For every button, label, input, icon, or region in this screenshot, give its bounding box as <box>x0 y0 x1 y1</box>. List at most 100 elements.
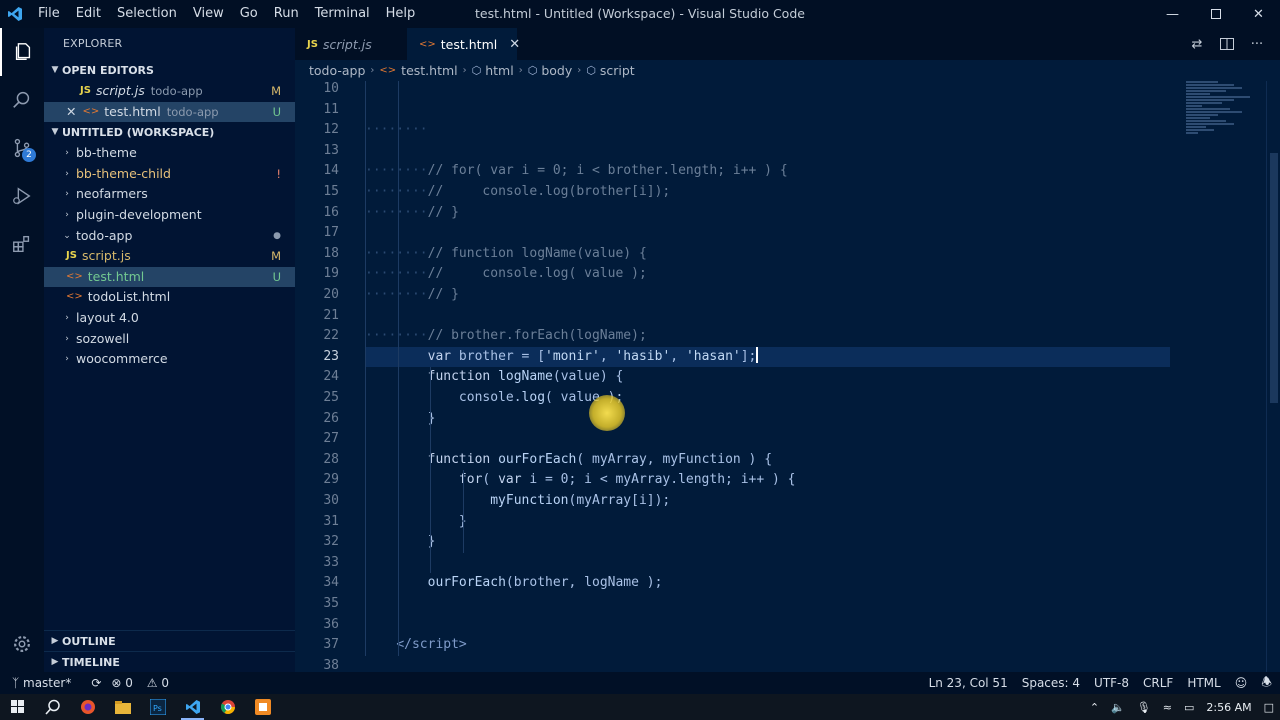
code-line[interactable]: 12 ········ <box>295 120 1280 141</box>
close-window-icon[interactable]: ✕ <box>1237 0 1280 28</box>
breadcrumb-item[interactable]: test.html <box>401 63 457 78</box>
language-mode[interactable]: HTML <box>1187 676 1220 690</box>
explorer-icon[interactable] <box>0 28 44 76</box>
code-line[interactable]: 19 ········// console.log( value ); <box>295 264 1280 285</box>
code-line[interactable]: 38 <box>295 656 1280 672</box>
problems-indicator[interactable]: ⊗ 0 ⚠ 0 <box>111 676 179 690</box>
code-line[interactable]: 30 myFunction(myArray[i]); <box>295 491 1280 512</box>
windows-start-icon[interactable] <box>0 694 35 720</box>
code-line[interactable]: 13 <box>295 141 1280 162</box>
folder-item[interactable]: ⌄ todo-app ● <box>44 226 295 247</box>
close-tab-icon[interactable]: ✕ <box>509 37 520 52</box>
code-line[interactable]: 23 var brother = ['monir', 'hasib', 'has… <box>295 346 1280 368</box>
wifi-icon[interactable]: ≈ <box>1163 701 1172 714</box>
breadcrumb-item[interactable]: todo-app <box>309 63 365 78</box>
breadcrumb-item[interactable]: script <box>600 63 635 78</box>
open-editors-section[interactable]: ▼ OPEN EDITORS <box>44 60 295 81</box>
maximize-icon[interactable] <box>1194 0 1237 28</box>
more-actions-icon[interactable]: ··· <box>1242 37 1272 52</box>
code-editor[interactable]: 10 11 12 ········ 13 14 ········// for( var i … <box>295 81 1280 672</box>
manage-gear-icon[interactable] <box>0 620 44 668</box>
compare-changes-icon[interactable]: ⇄ <box>1182 37 1212 52</box>
menu-go[interactable]: Go <box>232 0 266 28</box>
code-line[interactable]: 16 ········// } <box>295 203 1280 224</box>
folder-item[interactable]: › bb-theme <box>44 143 295 164</box>
file-item[interactable]: <> todoList.html <box>44 287 295 308</box>
notifications-bell-icon[interactable]: 🕭 <box>1261 673 1272 694</box>
chrome-icon[interactable] <box>210 694 245 720</box>
tab-script-js[interactable]: JS script.js <box>295 28 407 60</box>
file-item[interactable]: <> test.html U <box>44 266 295 288</box>
minimap[interactable] <box>1186 81 1266 161</box>
timeline-section[interactable]: ▶ TIMELINE <box>44 651 295 672</box>
code-line[interactable]: 21 <box>295 306 1280 327</box>
vertical-scrollbar[interactable] <box>1266 81 1280 672</box>
split-editor-icon[interactable] <box>1212 38 1242 50</box>
code-line[interactable]: 14 ········// for( var i = 0; i < brother… <box>295 161 1280 182</box>
search-icon[interactable] <box>0 76 44 124</box>
code-line[interactable]: 33 <box>295 553 1280 574</box>
indentation[interactable]: Spaces: 4 <box>1022 676 1080 690</box>
file-item[interactable]: JS script.js M <box>44 246 295 267</box>
menu-selection[interactable]: Selection <box>109 0 185 28</box>
firefox-icon[interactable] <box>70 694 105 720</box>
feedback-icon[interactable]: ☺ <box>1235 676 1248 690</box>
close-icon[interactable]: ✕ <box>66 102 76 123</box>
code-line[interactable]: 35 <box>295 594 1280 615</box>
cursor-position[interactable]: Ln 23, Col 51 <box>929 676 1008 690</box>
folder-item[interactable]: › neofarmers <box>44 184 295 205</box>
tray-chevron-up-icon[interactable]: ⌃ <box>1090 701 1099 714</box>
outline-section[interactable]: ▶ OUTLINE <box>44 630 295 651</box>
taskbar-search-icon[interactable] <box>35 694 70 720</box>
workspace-section[interactable]: ▼ UNTITLED (WORKSPACE) <box>44 122 295 143</box>
code-line[interactable]: 20 ········// } <box>295 285 1280 306</box>
code-line[interactable]: 10 <box>295 81 1280 100</box>
code-line[interactable]: 22 ········// brother.forEach(logName); <box>295 326 1280 347</box>
minimize-icon[interactable]: — <box>1151 0 1194 28</box>
code-line[interactable]: 29 for( var i = 0; i < myArray.length; i… <box>295 470 1280 491</box>
scrollbar-thumb[interactable] <box>1270 153 1278 403</box>
folder-item[interactable]: › plugin-development <box>44 205 295 226</box>
menu-terminal[interactable]: Terminal <box>307 0 378 28</box>
source-control-icon[interactable]: 2 <box>0 124 44 172</box>
end-of-line[interactable]: CRLF <box>1143 676 1173 690</box>
code-line[interactable]: 26 } <box>295 409 1280 430</box>
clock[interactable]: 2:56 AM <box>1206 701 1251 714</box>
code-line[interactable]: 11 <box>295 100 1280 121</box>
microphone-icon[interactable]: 🎙 <box>1137 701 1151 714</box>
open-editor-item[interactable]: ✕ <> test.html todo-app U <box>44 101 295 123</box>
menu-run[interactable]: Run <box>266 0 307 28</box>
code-line[interactable]: 36 <box>295 615 1280 636</box>
breadcrumb-item[interactable]: html <box>485 63 513 78</box>
tab-test-html[interactable]: <> test.html ✕ <box>407 28 520 60</box>
code-line[interactable]: 17 <box>295 223 1280 244</box>
menu-edit[interactable]: Edit <box>68 0 109 28</box>
code-line[interactable]: 34 ourForEach(brother, logName ); <box>295 573 1280 594</box>
notification-center-icon[interactable]: □ <box>1264 701 1274 714</box>
battery-icon[interactable]: ▭ <box>1184 701 1194 714</box>
menu-help[interactable]: Help <box>378 0 424 28</box>
menu-file[interactable]: File <box>30 0 68 28</box>
photoshop-icon[interactable]: Ps <box>140 694 175 720</box>
folder-item[interactable]: › sozowell <box>44 329 295 350</box>
recorder-app-icon[interactable] <box>245 694 280 720</box>
code-line[interactable]: 31 } <box>295 512 1280 533</box>
breadcrumb-item[interactable]: body <box>541 63 572 78</box>
code-line[interactable]: 28 function ourForEach( myArray, myFunct… <box>295 450 1280 471</box>
folder-item[interactable]: › bb-theme-child! <box>44 164 295 185</box>
menu-view[interactable]: View <box>185 0 232 28</box>
extensions-icon[interactable] <box>0 220 44 268</box>
encoding[interactable]: UTF-8 <box>1094 676 1129 690</box>
code-line[interactable]: 24 function logName(value) { <box>295 367 1280 388</box>
code-line[interactable]: 27 <box>295 429 1280 450</box>
run-debug-icon[interactable] <box>0 172 44 220</box>
file-explorer-icon[interactable] <box>105 694 140 720</box>
open-editor-item[interactable]: JS script.js todo-app M <box>44 81 295 102</box>
vscode-taskbar-icon[interactable] <box>175 694 210 720</box>
branch-indicator[interactable]: ᛉ master* <box>12 676 81 690</box>
folder-item[interactable]: › layout 4.0 <box>44 308 295 329</box>
code-line[interactable]: 15 ········// console.log(brother[i]); <box>295 182 1280 203</box>
code-line[interactable]: 37 </script> <box>295 635 1280 656</box>
folder-item[interactable]: › woocommerce <box>44 349 295 370</box>
code-line[interactable]: 25 console.log( value ); <box>295 388 1280 409</box>
